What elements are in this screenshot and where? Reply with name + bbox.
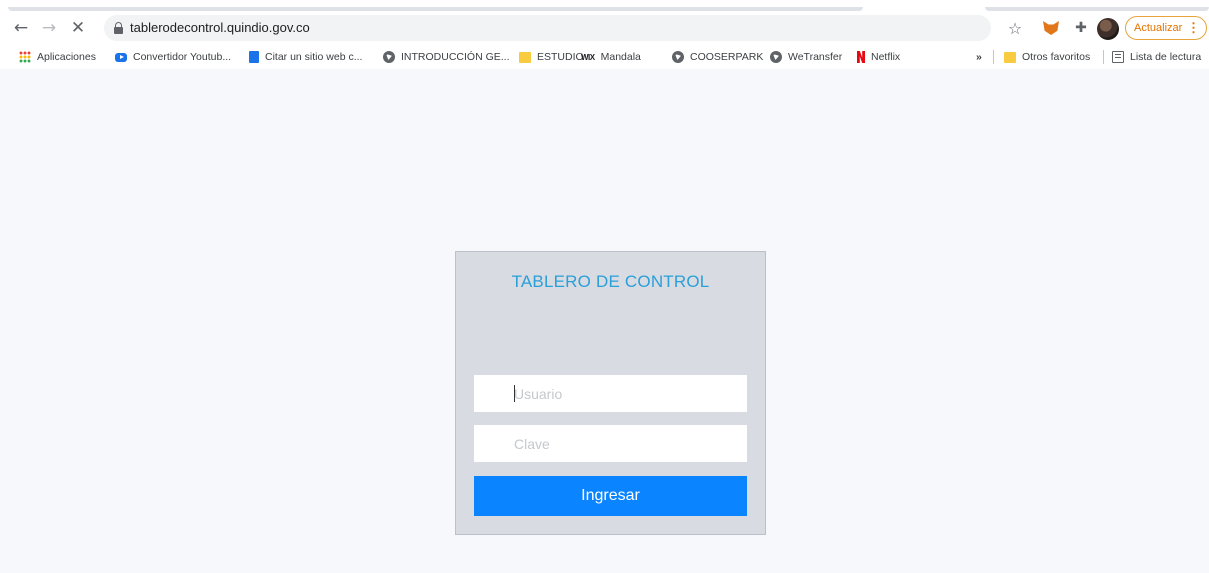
extensions-puzzle-icon[interactable]: ✚: [1070, 17, 1092, 39]
document-icon: [249, 51, 259, 63]
bookmark-netflix[interactable]: Netflix: [857, 49, 900, 65]
bookmark-label: WeTransfer: [788, 51, 843, 63]
login-card: TABLERO DE CONTROL Ingresar: [455, 251, 766, 535]
bookmarks-bar: Aplicaciones Convertidor Youtub... Citar…: [0, 46, 1209, 68]
folder-icon: [519, 51, 531, 63]
password-input[interactable]: [474, 425, 747, 462]
bookmark-label: COOSERPARK: [690, 51, 764, 63]
profile-avatar[interactable]: [1097, 18, 1119, 40]
reading-list-icon: [1112, 51, 1124, 63]
folder-icon: [1004, 51, 1016, 63]
forward-arrow-icon[interactable]: →: [37, 16, 61, 40]
stop-loading-icon[interactable]: ✕: [66, 16, 90, 40]
bookmark-label: INTRODUCCIÓN GE...: [401, 51, 510, 63]
bookmarks-overflow-button[interactable]: »: [976, 49, 982, 65]
youtube-icon: [115, 52, 127, 62]
bookmark-label: Aplicaciones: [37, 51, 96, 63]
reading-list-label: Lista de lectura: [1130, 51, 1202, 63]
apps-grid-icon: [19, 51, 31, 63]
bookmarks-divider: [1103, 50, 1104, 64]
active-tab-edge: [8, 7, 863, 11]
globe-icon: [672, 51, 684, 63]
bookmark-other-favorites[interactable]: Otros favoritos: [1004, 49, 1090, 65]
kebab-menu-icon[interactable]: ⋮: [1187, 20, 1200, 36]
url-text[interactable]: tablerodecontrol.quindio.gov.co: [130, 20, 310, 35]
reading-list-button[interactable]: Lista de lectura: [1112, 49, 1201, 65]
login-submit-button[interactable]: Ingresar: [474, 476, 747, 516]
bookmark-label: Convertidor Youtub...: [133, 51, 232, 63]
bookmark-wetransfer[interactable]: WeTransfer: [770, 49, 842, 65]
bookmark-youtube-converter[interactable]: Convertidor Youtub...: [115, 49, 231, 65]
netflix-icon: [857, 51, 865, 63]
back-arrow-icon[interactable]: ←: [9, 16, 33, 40]
text-cursor: [514, 385, 515, 402]
bookmark-label: Citar un sitio web c...: [265, 51, 363, 63]
bookmarks-divider: [993, 50, 994, 64]
update-button-label: Actualizar: [1134, 22, 1183, 34]
inactive-tab-edge: [985, 7, 1209, 11]
bookmark-mandala[interactable]: WIX Mandala: [581, 49, 641, 65]
bookmark-introduccion[interactable]: INTRODUCCIÓN GE...: [383, 49, 510, 65]
update-browser-button[interactable]: Actualizar ⋮: [1125, 16, 1207, 40]
globe-icon: [770, 51, 782, 63]
page-title: TABLERO DE CONTROL: [511, 272, 710, 291]
browser-toolbar: ← → ✕ tablerodecontrol.quindio.gov.co ☆ …: [0, 12, 1209, 44]
bookmark-cooserpark[interactable]: COOSERPARK: [672, 49, 763, 65]
tab-strip: [0, 0, 1209, 11]
address-bar[interactable]: tablerodecontrol.quindio.gov.co: [104, 15, 991, 41]
page-viewport: TABLERO DE CONTROL Ingresar: [0, 69, 1209, 573]
bookmark-cite-website[interactable]: Citar un sitio web c...: [249, 49, 362, 65]
metamask-fox-icon[interactable]: [1040, 17, 1062, 39]
bookmark-label: Mandala: [600, 51, 641, 63]
bookmark-star-icon[interactable]: ☆: [1004, 17, 1026, 39]
lock-icon[interactable]: [114, 22, 123, 34]
bookmark-label: Netflix: [871, 51, 901, 63]
wix-icon: WIX: [581, 52, 595, 62]
bookmark-estudio[interactable]: ESTUDIO: [519, 49, 584, 65]
bookmark-apps[interactable]: Aplicaciones: [19, 49, 96, 65]
globe-icon: [383, 51, 395, 63]
bookmark-label: Otros favoritos: [1022, 51, 1091, 63]
bookmark-label: ESTUDIO: [537, 51, 584, 63]
